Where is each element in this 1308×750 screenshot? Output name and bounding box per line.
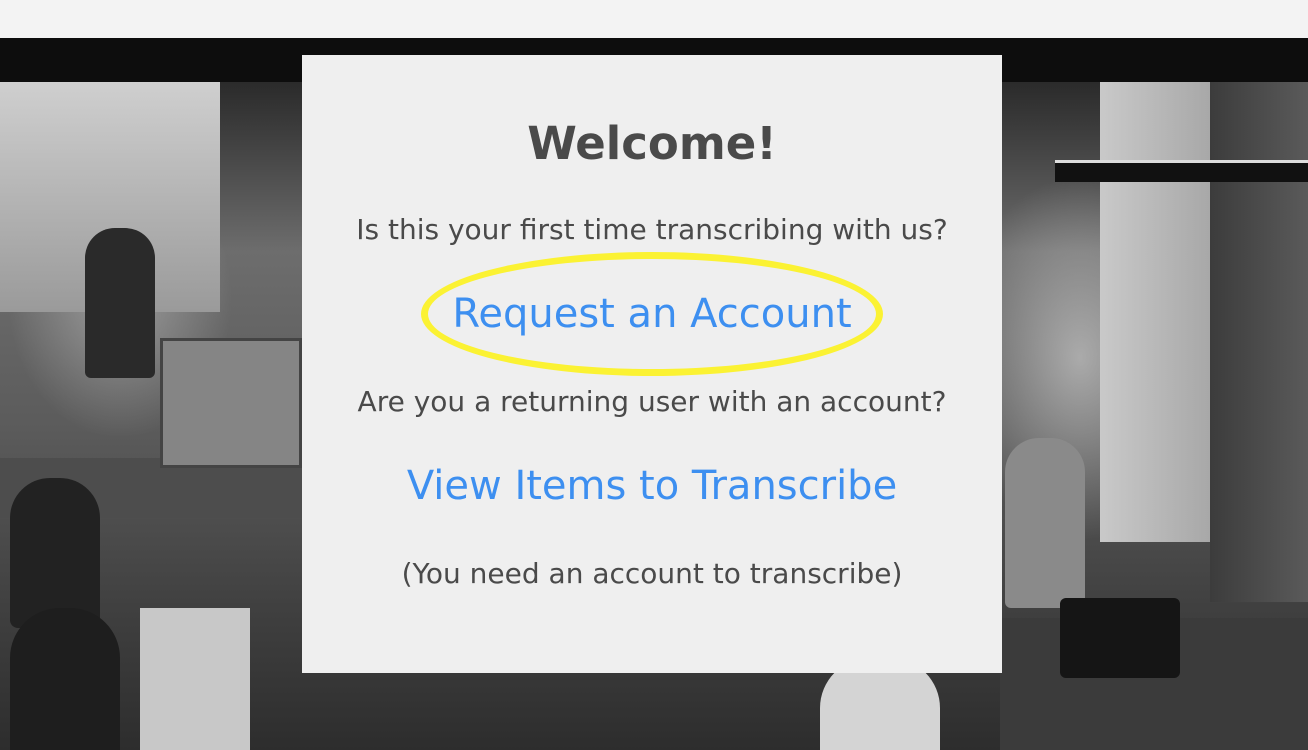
photo-typewriter bbox=[1060, 598, 1180, 678]
photo-pillar-right bbox=[1100, 82, 1210, 542]
photo-bulletin-board bbox=[160, 338, 302, 468]
photo-worker-figure bbox=[1005, 438, 1085, 608]
request-account-link[interactable]: Request an Account bbox=[302, 290, 1002, 338]
view-items-link[interactable]: View Items to Transcribe bbox=[302, 462, 1002, 510]
view-items-link-label[interactable]: View Items to Transcribe bbox=[407, 463, 897, 509]
request-account-link-label[interactable]: Request an Account bbox=[452, 291, 851, 337]
first-time-question: Is this your first time transcribing wit… bbox=[356, 213, 948, 246]
returning-user-question: Are you a returning user with an account… bbox=[357, 385, 947, 418]
account-required-note: (You need an account to transcribe) bbox=[401, 557, 903, 590]
photo-ceiling-fixture bbox=[1055, 160, 1308, 182]
welcome-title: Welcome! bbox=[527, 117, 777, 170]
top-bar bbox=[0, 0, 1308, 38]
photo-worker-figure bbox=[85, 228, 155, 378]
photo-wall-calendar bbox=[140, 608, 250, 750]
photo-worker-figure bbox=[10, 478, 100, 628]
welcome-card: Welcome! Is this your first time transcr… bbox=[302, 55, 1002, 673]
photo-worker-figure bbox=[10, 608, 120, 750]
